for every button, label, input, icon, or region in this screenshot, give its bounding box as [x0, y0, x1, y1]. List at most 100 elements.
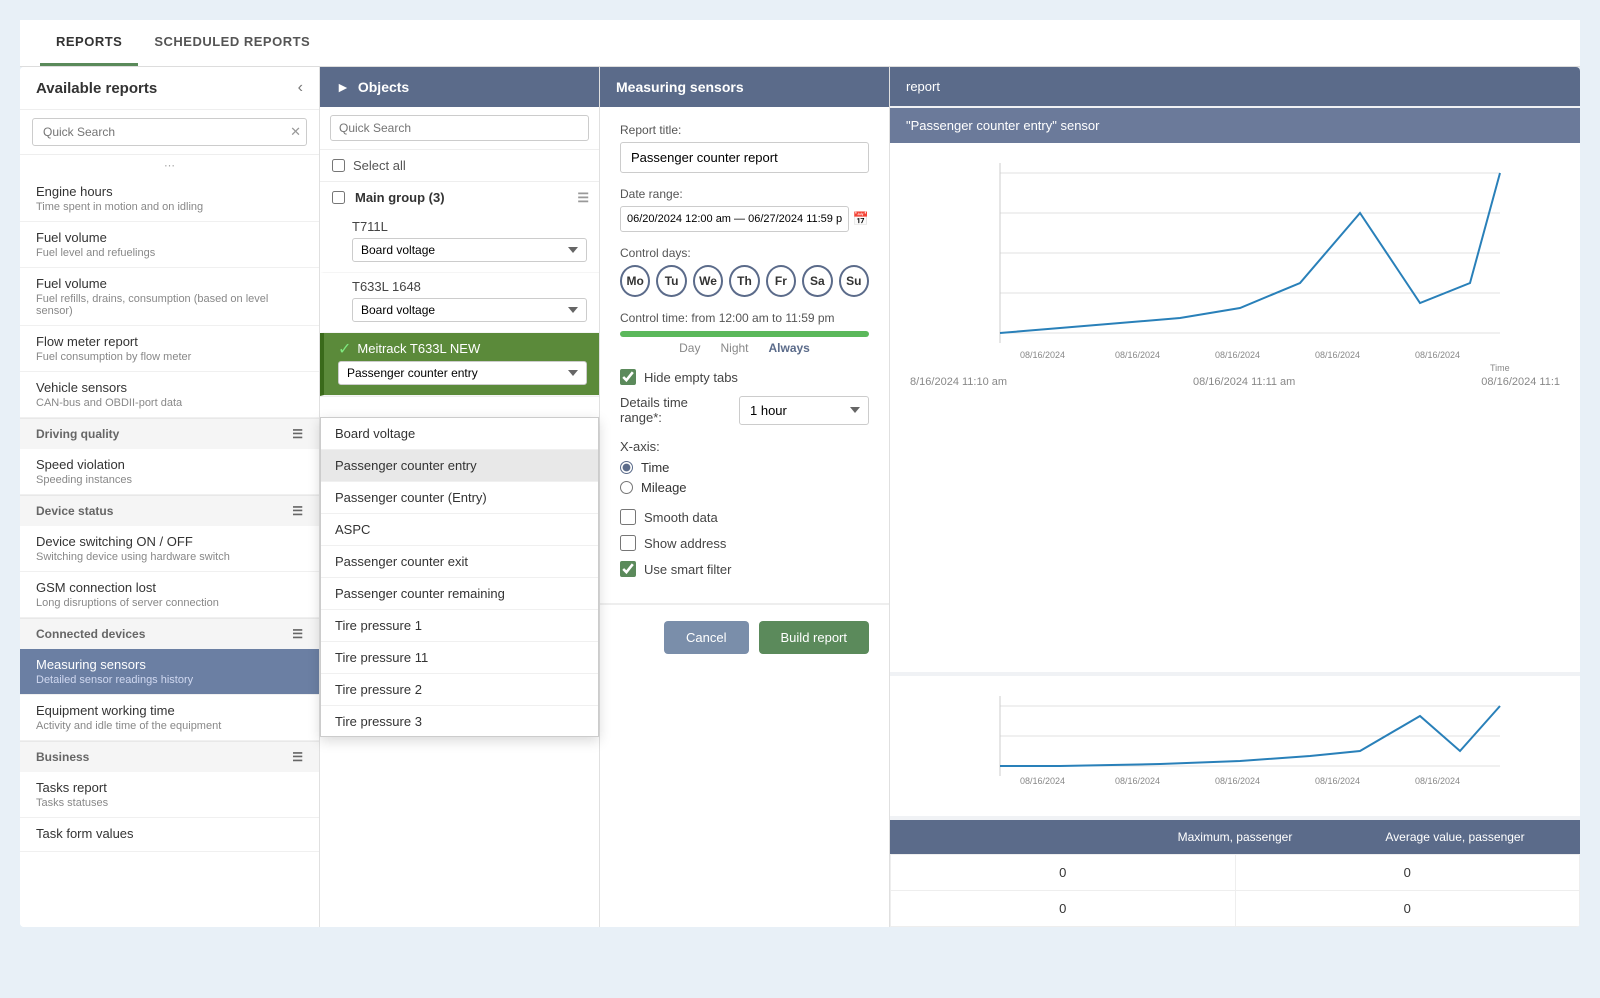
dropdown-item-aspc[interactable]: ASPC: [321, 514, 598, 546]
report-item-vehicle-sensors[interactable]: Vehicle sensors CAN-bus and OBDII-port d…: [20, 372, 319, 418]
object-item-t633l: T633L 1648 Board voltage: [320, 273, 599, 333]
data-table: 0 0 0 0: [890, 854, 1580, 927]
details-time-select[interactable]: 1 hour 2 hours 4 hours 6 hours 12 hours …: [739, 396, 869, 425]
dropdown-item-passenger-entry[interactable]: Passenger counter entry: [321, 450, 598, 482]
report-item-flow-meter[interactable]: Flow meter report Fuel consumption by fl…: [20, 326, 319, 372]
report-item-device-switching[interactable]: Device switching ON / OFF Switching devi…: [20, 526, 319, 572]
objects-search-input[interactable]: [330, 115, 589, 141]
date-range-label: Date range:: [620, 187, 869, 201]
report-name: Fuel volume: [36, 276, 303, 291]
build-report-button[interactable]: Build report: [759, 621, 869, 654]
svg-text:08/16/2024: 08/16/2024: [1415, 350, 1460, 360]
report-item-tasks-report[interactable]: Tasks report Tasks statuses: [20, 772, 319, 818]
xaxis-time-radio[interactable]: [620, 461, 633, 474]
svg-text:08/16/2024: 08/16/2024: [1215, 350, 1260, 360]
dropdown-item-tire-11[interactable]: Tire pressure 11: [321, 642, 598, 674]
report-name: Task form values: [36, 826, 303, 841]
day-sa[interactable]: Sa: [802, 265, 832, 297]
search-input[interactable]: [32, 118, 307, 146]
smooth-data-checkbox[interactable]: [620, 509, 636, 525]
table-cell-max-2: 0: [891, 891, 1236, 927]
dropdown-item-board-voltage[interactable]: Board voltage: [321, 418, 598, 450]
objects-panel-title: Objects: [358, 79, 409, 95]
report-desc: Time spent in motion and on idling: [36, 201, 303, 213]
table-row: 0 0: [891, 891, 1580, 927]
table-header-row: Maximum, passenger Average value, passen…: [890, 820, 1580, 854]
search-clear-icon[interactable]: ✕: [290, 124, 301, 140]
scroll-up-indicator: ⋯: [20, 155, 319, 176]
dropdown-item-passenger-remaining[interactable]: Passenger counter remaining: [321, 578, 598, 610]
show-address-checkbox[interactable]: [620, 535, 636, 551]
object-item-meitrack: ✓ Meitrack T633L NEW Passenger counter e…: [320, 333, 599, 396]
report-name: Vehicle sensors: [36, 380, 303, 395]
time-label-day[interactable]: Day: [679, 341, 700, 355]
xaxis-mileage-radio[interactable]: [620, 481, 633, 494]
report-desc: Fuel refills, drains, consumption (based…: [36, 293, 303, 317]
report-title-row: Report title:: [620, 123, 869, 173]
report-title-input[interactable]: [620, 142, 869, 173]
dropdown-item-tire-1[interactable]: Tire pressure 1: [321, 610, 598, 642]
control-time-label: Control time: from 12:00 am to 11:59 pm: [620, 311, 869, 325]
day-su[interactable]: Su: [839, 265, 869, 297]
sensor-dropdown-t633l[interactable]: Board voltage: [352, 298, 587, 322]
day-th[interactable]: Th: [729, 265, 759, 297]
left-panel-header: Available reports ‹: [20, 67, 319, 110]
day-fr[interactable]: Fr: [766, 265, 796, 297]
sensor-dropdown-meitrack[interactable]: Passenger counter entry: [338, 361, 587, 385]
group-collapse-icon[interactable]: ☰: [577, 190, 589, 206]
smart-filter-checkbox[interactable]: [620, 561, 636, 577]
dropdown-item-tire-3[interactable]: Tire pressure 3: [321, 706, 598, 737]
hide-empty-tabs-checkbox[interactable]: [620, 369, 636, 385]
control-days-buttons: Mo Tu We Th Fr Sa Su: [620, 265, 869, 297]
hide-empty-tabs-label: Hide empty tabs: [644, 370, 738, 385]
report-item-task-form-values[interactable]: Task form values: [20, 818, 319, 852]
day-we[interactable]: We: [693, 265, 723, 297]
time-label-night[interactable]: Night: [720, 341, 748, 355]
cancel-button[interactable]: Cancel: [664, 621, 748, 654]
tab-reports[interactable]: REPORTS: [40, 20, 138, 66]
calendar-icon[interactable]: 📅: [853, 211, 869, 227]
time-label-always[interactable]: Always: [769, 341, 810, 355]
xaxis-mileage-label: Mileage: [641, 480, 687, 495]
report-name: GSM connection lost: [36, 580, 303, 595]
dropdown-item-passenger-exit[interactable]: Passenger counter exit: [321, 546, 598, 578]
xaxis-section: X-axis: Time Mileage: [620, 439, 869, 495]
report-item-measuring-sensors[interactable]: Measuring sensors Detailed sensor readin…: [20, 649, 319, 695]
table-cell-max-1: 0: [891, 855, 1236, 891]
report-item-engine-hours[interactable]: Engine hours Time spent in motion and on…: [20, 176, 319, 222]
svg-text:08/16/2024: 08/16/2024: [1020, 776, 1065, 786]
day-mo[interactable]: Mo: [620, 265, 650, 297]
select-all-row: Select all: [320, 150, 599, 182]
category-icon: ☰: [292, 627, 303, 641]
time-slider-track[interactable]: [620, 331, 869, 337]
report-item-speed-violation[interactable]: Speed violation Speeding instances: [20, 449, 319, 495]
report-name: Engine hours: [36, 184, 303, 199]
tab-scheduled-reports[interactable]: SCHEDULED REPORTS: [138, 20, 326, 66]
report-item-fuel-volume-1[interactable]: Fuel volume Fuel level and refuelings: [20, 222, 319, 268]
select-all-checkbox[interactable]: [332, 159, 345, 172]
objects-search: [320, 107, 599, 150]
objects-panel: ► Objects Select all Main group (3) ☰: [320, 67, 600, 927]
report-item-gsm-lost[interactable]: GSM connection lost Long disruptions of …: [20, 572, 319, 618]
report-item-equipment-working-time[interactable]: Equipment working time Activity and idle…: [20, 695, 319, 741]
dropdown-item-tire-2[interactable]: Tire pressure 2: [321, 674, 598, 706]
available-reports-title: Available reports: [36, 80, 157, 97]
sensor-dropdown-t711l[interactable]: Board voltage: [352, 238, 587, 262]
xaxis-time-row: Time: [620, 460, 869, 475]
table-row: 0 0: [891, 855, 1580, 891]
group-checkbox[interactable]: [332, 191, 345, 204]
chart-svg: 08/16/2024 08/16/2024 08/16/2024 08/16/2…: [900, 153, 1570, 373]
report-desc: Fuel level and refuelings: [36, 247, 303, 259]
xaxis-mileage-row: Mileage: [620, 480, 869, 495]
svg-text:08/16/2024: 08/16/2024: [1115, 776, 1160, 786]
control-days-row: Control days: Mo Tu We Th Fr Sa Su: [620, 246, 869, 297]
report-desc: Detailed sensor readings history: [36, 674, 303, 686]
report-item-fuel-volume-2[interactable]: Fuel volume Fuel refills, drains, consum…: [20, 268, 319, 326]
date-range-input[interactable]: [620, 206, 849, 232]
day-tu[interactable]: Tu: [656, 265, 686, 297]
action-buttons: Cancel Build report: [600, 604, 889, 670]
dropdown-item-passenger-entry2[interactable]: Passenger counter (Entry): [321, 482, 598, 514]
group-header[interactable]: Main group (3) ☰: [320, 182, 599, 213]
object-group-main: Main group (3) ☰ T711L Board voltage T63…: [320, 182, 599, 397]
collapse-button[interactable]: ‹: [298, 79, 303, 97]
